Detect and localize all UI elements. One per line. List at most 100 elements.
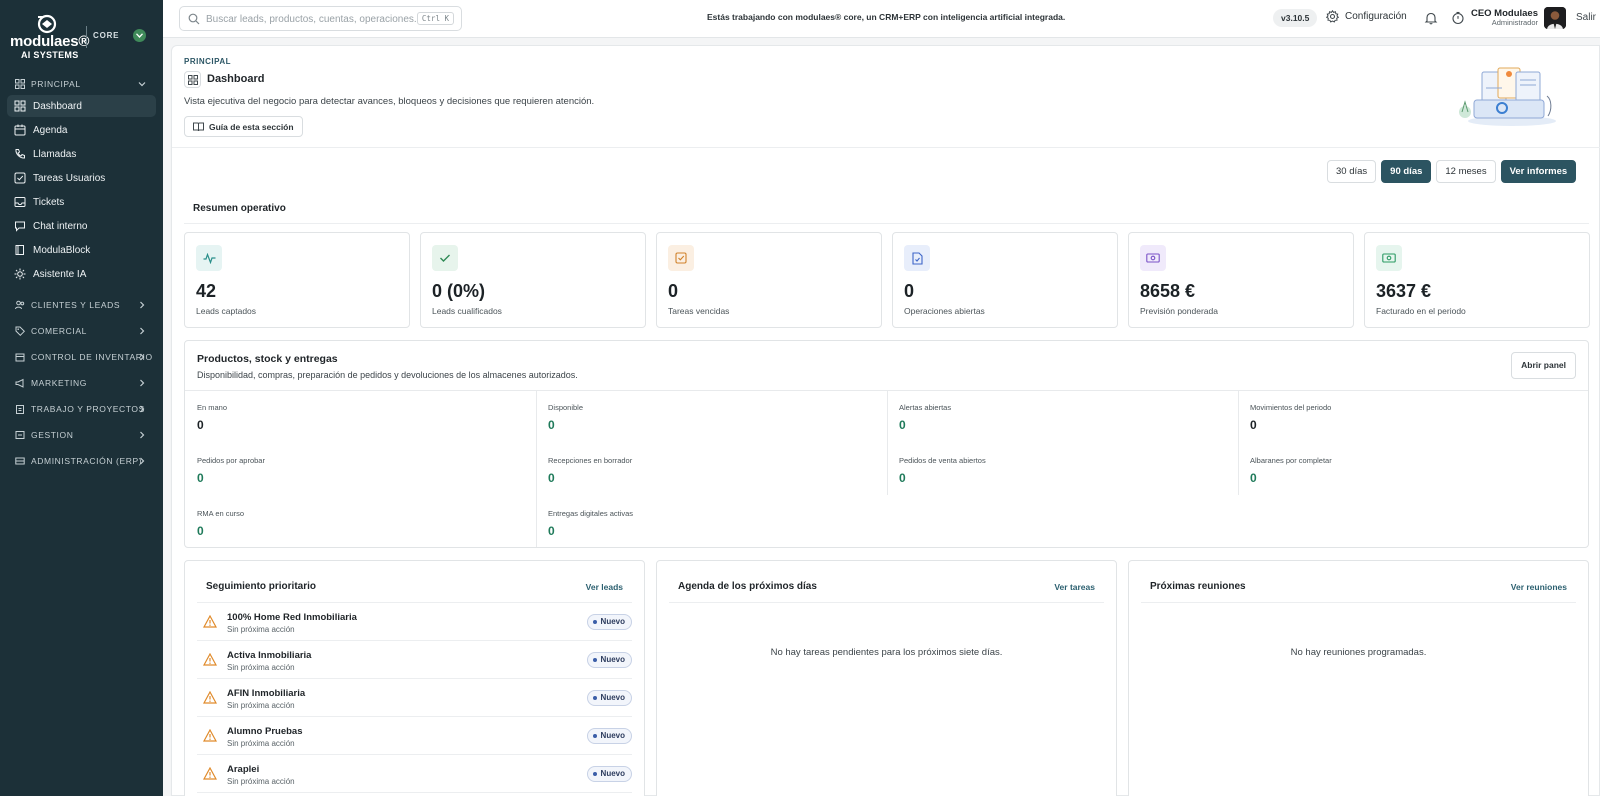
sidebar-item-tickets[interactable]: Tickets — [7, 191, 156, 213]
metric-en-mano: En mano 0 — [185, 391, 529, 443]
status-badge: Nuevo — [586, 690, 632, 706]
range-30-days-button[interactable]: 30 días — [1327, 160, 1377, 183]
kpi-card-leads-cualificados[interactable]: 0 (0%) Leads cualificados — [420, 232, 646, 328]
list-item[interactable]: Araplei Sin próxima acción Nuevo — [197, 755, 632, 793]
metric-entregas-digitales: Entregas digitales activas 0 — [536, 497, 880, 549]
config-label: Configuración — [1345, 11, 1407, 22]
sidebar-item-modulablock[interactable]: ModulaBlock — [7, 239, 156, 261]
nav-group-label: TRABAJO Y PROYECTOS — [31, 404, 145, 414]
chat-icon — [15, 221, 25, 232]
kpi-value: 0 — [668, 281, 679, 301]
bell-icon[interactable] — [1424, 11, 1438, 25]
kpi-label: Facturado en el periodo — [1376, 306, 1466, 316]
metric-label: Entregas digitales activas — [548, 509, 634, 518]
brand-divider — [86, 26, 87, 48]
sidebar-item-tareas-usuarios[interactable]: Tareas Usuarios — [7, 167, 156, 189]
sidebar-item-agenda[interactable]: Agenda — [7, 119, 156, 141]
metric-value: 0 — [197, 471, 204, 485]
sidebar-item-asistente-ia[interactable]: Asistente IA — [7, 263, 156, 285]
nav-group-gestion[interactable]: GESTION — [8, 425, 155, 445]
lead-name: Activa Inmobiliaria — [227, 650, 312, 661]
search-box[interactable]: Ctrl K — [179, 6, 462, 31]
avatar[interactable] — [1544, 7, 1566, 29]
section-divider — [184, 223, 1589, 224]
sidebar: modulaes® AI SYSTEMS CORE PRINCIPAL Dash… — [0, 0, 163, 796]
config-button[interactable]: Configuración — [1326, 10, 1407, 23]
nav-group-label: GESTION — [31, 430, 74, 440]
kpi-card-facturado[interactable]: 3637 € Facturado en el periodo — [1364, 232, 1590, 328]
search-shortcut: Ctrl K — [416, 12, 454, 25]
view-reports-button[interactable]: Ver informes — [1500, 160, 1577, 183]
logout-link[interactable]: Salir — [1576, 12, 1596, 23]
clipboard-icon — [16, 405, 24, 414]
view-meetings-link[interactable]: Ver reuniones — [1511, 582, 1567, 592]
guide-button-label: Guía de esta sección — [209, 121, 294, 132]
sidebar-item-label: ModulaBlock — [33, 244, 91, 256]
metric-label: Pedidos por aprobar — [197, 456, 265, 465]
brand[interactable]: modulaes® AI SYSTEMS CORE — [0, 0, 163, 70]
status-badge: Nuevo — [586, 614, 632, 630]
gear-icon — [1326, 10, 1339, 23]
chevron-right-icon — [140, 405, 145, 413]
kpi-card-leads-captados[interactable]: 42 Leads captados — [184, 232, 410, 328]
dashboard-illustration — [1459, 67, 1556, 126]
metric-alertas-abiertas: Alertas abiertas 0 — [887, 391, 1231, 443]
phone-icon — [15, 149, 25, 159]
search-input[interactable] — [206, 11, 416, 27]
panel-divider — [669, 602, 1104, 603]
chevron-right-icon — [140, 301, 145, 309]
chevron-right-icon — [140, 353, 145, 361]
metric-value: 0 — [548, 418, 555, 432]
kpi-value: 8658 € — [1140, 281, 1196, 301]
kpi-card-tareas-vencidas[interactable]: 0 Tareas vencidas — [656, 232, 882, 328]
nav-group-trabajo-y-proyectos[interactable]: TRABAJO Y PROYECTOS — [8, 399, 155, 419]
tag-icon — [15, 326, 25, 336]
task-icon — [668, 245, 694, 271]
view-leads-link[interactable]: Ver leads — [586, 582, 623, 592]
metric-value: 0 — [548, 524, 555, 538]
nav-group-marketing[interactable]: MARKETING — [8, 373, 155, 393]
version-badge: v3.10.5 — [1273, 9, 1318, 27]
list-item[interactable]: AFIN Inmobiliaria Sin próxima acción Nue… — [197, 679, 632, 717]
metric-value: 0 — [899, 418, 906, 432]
nav-group-comercial[interactable]: COMERCIAL — [8, 321, 155, 341]
list-item[interactable]: 100% Home Red Inmobiliaria Sin próxima a… — [197, 603, 632, 641]
server-icon — [15, 457, 25, 465]
metric-label: Pedidos de venta abiertos — [899, 456, 986, 465]
sidebar-item-llamadas[interactable]: Llamadas — [7, 143, 156, 165]
edition-label: CORE — [93, 31, 120, 40]
metric-label: Disponible — [548, 403, 584, 412]
list-item[interactable]: Activa Inmobiliaria Sin próxima acción N… — [197, 641, 632, 679]
view-tasks-link[interactable]: Ver tareas — [1054, 582, 1095, 592]
folder-icon — [15, 431, 25, 439]
list-item[interactable]: Alumno Pruebas Sin próxima acción Nuevo — [197, 717, 632, 755]
nav-group-control-de-inventario[interactable]: CONTROL DE INVENTARIO — [8, 347, 155, 367]
range-12-months-button[interactable]: 12 meses — [1436, 160, 1496, 183]
stock-description: Disponibilidad, compras, preparación de … — [197, 370, 578, 380]
nav-group-administracion-erp[interactable]: ADMINISTRACIÓN (ERP) — [8, 451, 155, 471]
kpi-card-operaciones-abiertas[interactable]: 0 Operaciones abiertas — [892, 232, 1118, 328]
nav-group-label: PRINCIPAL — [31, 79, 81, 89]
nav-group-label: COMERCIAL — [31, 326, 87, 336]
money-icon — [1140, 245, 1166, 271]
nav-group-clientes-y-leads[interactable]: CLIENTES Y LEADS — [8, 295, 155, 315]
checkbox-icon — [14, 172, 26, 184]
open-panel-button[interactable]: Abrir panel — [1511, 352, 1576, 379]
sidebar-item-label: Llamadas — [33, 148, 77, 160]
sidebar-item-dashboard[interactable]: Dashboard — [7, 95, 156, 117]
kpi-card-prevision-ponderada[interactable]: 8658 € Previsión ponderada — [1128, 232, 1354, 328]
edition-dropdown-icon[interactable] — [133, 29, 146, 42]
nav-group-principal[interactable]: PRINCIPAL — [8, 74, 155, 94]
panel-title: Próximas reuniones — [1150, 581, 1246, 592]
search-icon — [188, 13, 200, 25]
range-90-days-button[interactable]: 90 días — [1381, 160, 1432, 183]
sidebar-item-chat-interno[interactable]: Chat interno — [7, 215, 156, 237]
guide-button[interactable]: Guía de esta sección — [184, 116, 303, 137]
user-role: Administrador — [1491, 18, 1538, 27]
stock-title: Productos, stock y entregas — [197, 353, 338, 365]
sidebar-item-label: Tickets — [33, 196, 65, 208]
metric-value: 0 — [197, 524, 204, 538]
panel-title: Agenda de los próximos días — [678, 581, 817, 592]
nav-group-label: CLIENTES Y LEADS — [31, 300, 121, 310]
metric-albaranes: Albaranes por completar 0 — [1238, 444, 1582, 496]
